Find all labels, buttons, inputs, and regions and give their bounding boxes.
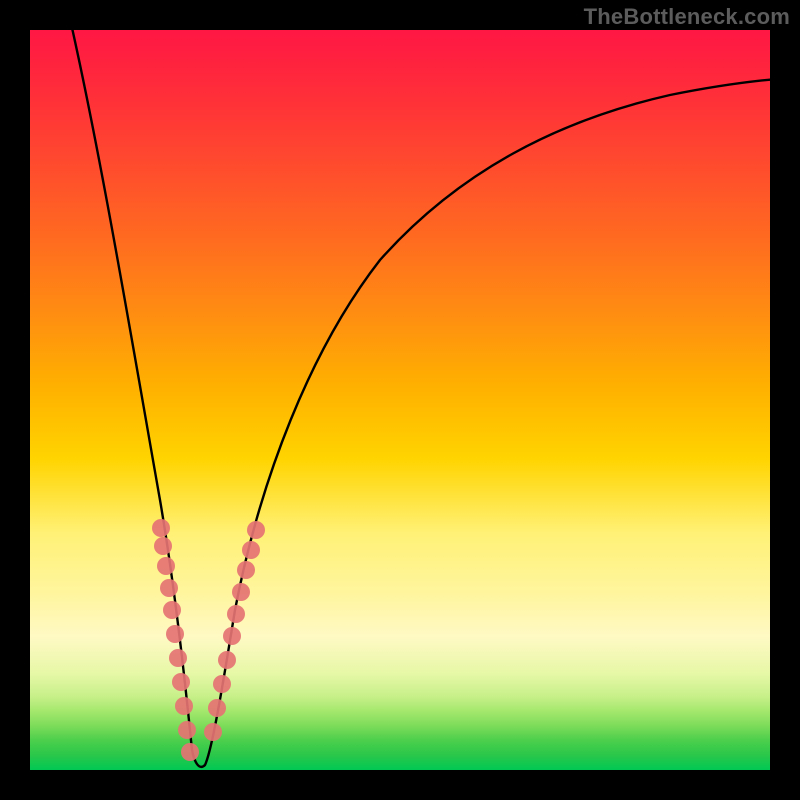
- chart-frame: TheBottleneck.com: [0, 0, 800, 800]
- marker-cluster-right: [204, 521, 265, 741]
- marker-cluster-left: [152, 519, 199, 761]
- curve-layer: [30, 30, 770, 770]
- watermark-text: TheBottleneck.com: [584, 4, 790, 30]
- plot-area: [30, 30, 770, 770]
